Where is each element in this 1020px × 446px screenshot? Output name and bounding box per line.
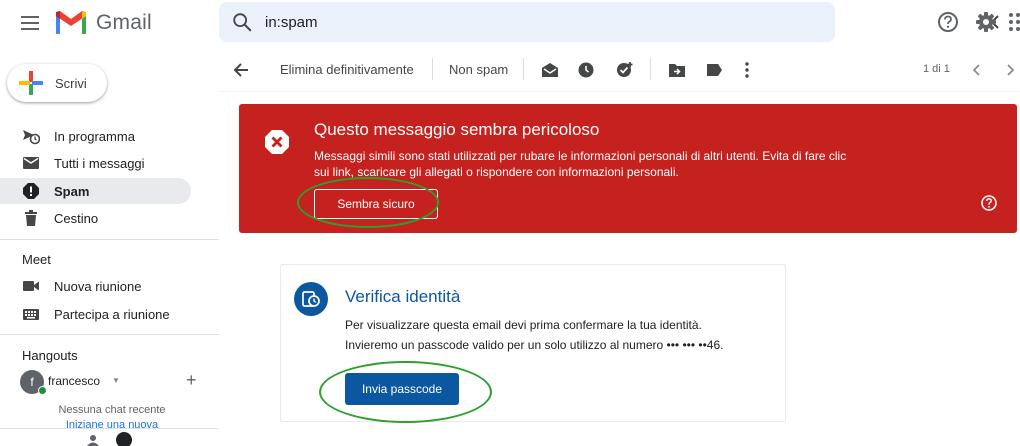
sidebar-item-label: Partecipa a riunione — [54, 306, 170, 322]
card-phone-info: Invieremo un passcode valido per un solo… — [345, 338, 724, 352]
mark-as-read-icon[interactable] — [541, 62, 559, 78]
sidebar-bottom-divider — [0, 428, 219, 429]
gmail-logo[interactable]: Gmail — [54, 8, 152, 38]
verify-clock-icon — [294, 282, 328, 316]
sidebar-divider — [0, 334, 219, 335]
online-status-dot — [38, 386, 47, 395]
hangouts-icon[interactable] — [116, 432, 132, 446]
delete-forever-button[interactable]: Elimina definitivamente — [280, 62, 414, 77]
trash-icon — [22, 209, 40, 227]
send-passcode-button[interactable]: Invia passcode — [345, 373, 459, 405]
warning-line: Messaggi simili sono stati utilizzati pe… — [314, 149, 847, 163]
card-title: Verifica identità — [345, 287, 461, 306]
toolbar-separator — [523, 58, 524, 80]
move-to-icon[interactable] — [668, 62, 686, 78]
more-options-icon[interactable] — [745, 62, 749, 78]
search-input[interactable] — [265, 10, 735, 34]
google-apps-icon[interactable] — [1008, 11, 1020, 33]
person-icon[interactable] — [86, 435, 100, 446]
compose-button[interactable]: Scrivi — [7, 64, 107, 102]
keyboard-icon — [22, 305, 40, 323]
danger-octagon-icon — [265, 130, 289, 154]
looks-safe-button[interactable]: Sembra sicuro — [314, 189, 438, 219]
start-new-chat-link[interactable]: Iniziane una nuova — [20, 419, 204, 428]
sidebar-divider — [0, 239, 219, 240]
sidebar-item-label: In programma — [54, 128, 135, 144]
all-mail-icon — [22, 154, 40, 172]
warning-line: sui link, scaricare gli allegati o rispo… — [314, 165, 679, 179]
sidebar-item-label: Nuova riunione — [54, 278, 142, 294]
meet-section-title: Meet — [22, 252, 51, 267]
card-instruction: Per visualizzare questa email devi prima… — [345, 318, 702, 332]
message-toolbar: Elimina definitivamente Non spam 1 di 1 — [219, 48, 1020, 92]
compose-label: Scrivi — [55, 75, 87, 91]
search-bar[interactable] — [219, 2, 999, 42]
back-arrow-icon[interactable] — [233, 62, 249, 78]
sidebar-item-scheduled[interactable]: In programma — [0, 123, 191, 149]
label-icon[interactable] — [706, 63, 723, 77]
chevron-down-icon[interactable]: ▼ — [112, 376, 120, 385]
warning-title: Questo messaggio sembra pericoloso — [314, 120, 600, 139]
spam-icon — [22, 182, 40, 200]
sidebar-item-trash[interactable]: Cestino — [0, 205, 191, 231]
sidebar-item-spam[interactable]: Spam — [0, 178, 191, 204]
verify-identity-card: Verifica identità Per visualizzare quest… — [280, 264, 786, 422]
video-camera-icon — [22, 277, 40, 295]
hangouts-section-title: Hangouts — [22, 348, 78, 363]
gmail-m-icon — [56, 11, 86, 34]
gmail-wordmark: Gmail — [96, 11, 152, 34]
sidebar-item-new-meeting[interactable]: Nuova riunione — [0, 273, 191, 299]
not-spam-button[interactable]: Non spam — [449, 62, 508, 77]
warning-description: Messaggi simili sono stati utilizzati pe… — [314, 148, 914, 180]
hangouts-user-name: francesco — [48, 374, 101, 388]
no-recent-chat-text: Nessuna chat recente — [58, 404, 166, 416]
sidebar-item-label: Cestino — [54, 210, 99, 226]
sidebar-item-join-meeting[interactable]: Partecipa a riunione — [0, 301, 191, 327]
settings-gear-icon[interactable] — [975, 11, 997, 33]
hangouts-user[interactable]: f francesco ▼ + — [20, 370, 220, 395]
top-bar: Gmail — [0, 0, 1020, 48]
help-icon[interactable] — [981, 195, 997, 211]
scheduled-send-icon — [22, 127, 40, 145]
dangerous-message-banner: Questo messaggio sembra pericoloso Messa… — [239, 104, 1017, 233]
add-to-tasks-icon[interactable] — [616, 61, 634, 79]
search-icon[interactable] — [231, 11, 253, 33]
chevron-left-icon[interactable] — [972, 64, 982, 76]
sidebar-item-label: Tutti i messaggi — [54, 155, 145, 171]
snooze-clock-icon[interactable] — [578, 62, 594, 78]
compose-plus-icon — [19, 71, 43, 95]
main-menu-button[interactable] — [18, 13, 42, 35]
add-chat-icon[interactable]: + — [186, 370, 197, 391]
help-icon[interactable] — [937, 11, 959, 33]
sidebar-item-label: Spam — [54, 183, 90, 199]
toolbar-separator — [650, 58, 651, 80]
sidebar-item-all-mail[interactable]: Tutti i messaggi — [0, 150, 191, 176]
toolbar-separator — [432, 58, 433, 80]
chevron-right-icon[interactable] — [1005, 64, 1015, 76]
pagination-count: 1 di 1 — [923, 63, 950, 75]
